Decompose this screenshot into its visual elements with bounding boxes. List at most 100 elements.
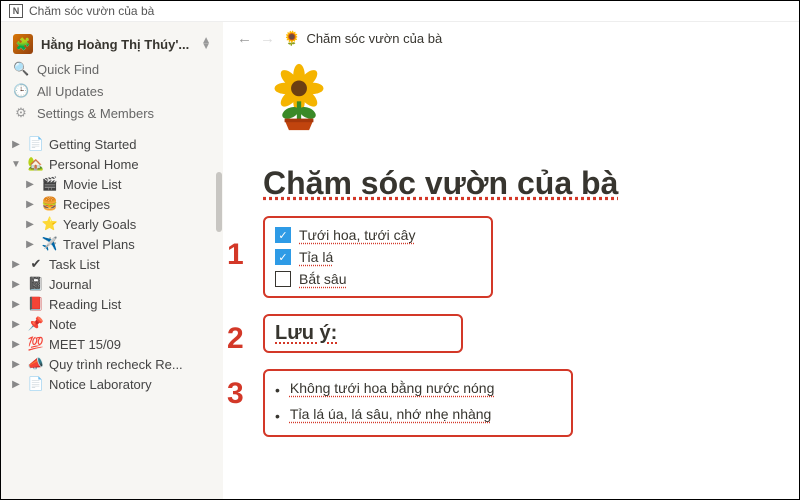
page-tree: ▶ 📄 Getting Started ▼🏡Personal Home ▶ 🎬 Movie …: [5, 134, 219, 394]
chevron-right-icon[interactable]: ▶: [9, 299, 23, 310]
page-label: Quy trình recheck Re...: [49, 357, 215, 372]
sidebar-page-11[interactable]: ▶ 📣 Quy trình recheck Re...: [5, 354, 219, 374]
todo-item-0[interactable]: ✓ Tưới hoa, tưới cây: [275, 224, 481, 246]
all-updates-label: All Updates: [37, 84, 103, 99]
page-label: Travel Plans: [63, 237, 215, 252]
app-body: 🧩 Hằng Hoàng Thị Thúy'... ▲▼ 🔍 Quick Fin…: [1, 22, 799, 499]
chevron-right-icon[interactable]: ▶: [9, 359, 23, 370]
bullet-text[interactable]: Không tưới hoa bằng nước nóng: [290, 380, 494, 400]
page-emoji-icon: ✈️: [41, 236, 59, 252]
bullet-item-1[interactable]: •Tỉa lá úa, lá sâu, nhớ nhẹ nhàng: [275, 403, 561, 429]
chevron-right-icon[interactable]: ▶: [9, 339, 23, 350]
page-emoji-icon: 📓: [27, 276, 45, 292]
page-emoji-icon: 📣: [27, 356, 45, 372]
clock-icon: 🕒: [13, 83, 29, 99]
todo-text[interactable]: Bắt sâu: [299, 271, 346, 287]
todo-text[interactable]: Tỉa lá: [299, 249, 333, 265]
page-emoji-icon: 📕: [27, 296, 45, 312]
page-emoji-icon: ⭐: [41, 216, 59, 232]
annotation-box-2: 2 Lưu ý:: [263, 314, 463, 353]
settings-members[interactable]: ⚙ Settings & Members: [5, 102, 219, 124]
page-label: Getting Started: [49, 137, 215, 152]
todo-text[interactable]: Tưới hoa, tưới cây: [299, 227, 415, 243]
bullet-icon: •: [275, 380, 280, 400]
annotation-box-1: 1 ✓Tưới hoa, tưới cây✓Tỉa láBắt sâu: [263, 216, 493, 298]
sidebar-page-5[interactable]: ▶ ✈️ Travel Plans: [5, 234, 219, 254]
annotation-box-3: 3 •Không tưới hoa bằng nước nóng•Tỉa lá …: [263, 369, 573, 437]
workspace-switcher[interactable]: 🧩 Hằng Hoàng Thị Thúy'... ▲▼: [5, 30, 219, 58]
page-label: Recipes: [63, 197, 215, 212]
sunflower-icon: [263, 61, 335, 133]
main-area: ← → 🌻 Chăm sóc vườn của bà: [223, 22, 799, 499]
sidebar-page-3[interactable]: ▶ 🍔 Recipes: [5, 194, 219, 214]
workspace-name: Hằng Hoàng Thị Thúy'...: [41, 37, 193, 52]
window-title: Chăm sóc vườn của bà: [29, 4, 154, 18]
quick-find-label: Quick Find: [37, 62, 99, 77]
page-icon[interactable]: [263, 61, 759, 147]
page-emoji-icon: 💯: [27, 336, 45, 352]
workspace-icon: 🧩: [13, 34, 33, 54]
sidebar-page-2[interactable]: ▶ 🎬 Movie List: [5, 174, 219, 194]
quick-find[interactable]: 🔍 Quick Find: [5, 58, 219, 80]
sidebar-page-9[interactable]: ▶ 📌 Note: [5, 314, 219, 334]
heading-luu-y[interactable]: Lưu ý:: [275, 322, 451, 345]
checkbox[interactable]: ✓: [275, 249, 291, 265]
chevron-right-icon[interactable]: ▶: [9, 139, 23, 150]
checkbox[interactable]: [275, 271, 291, 287]
todo-item-1[interactable]: ✓ Tỉa lá: [275, 246, 481, 268]
app-window: N Chăm sóc vườn của bà 🧩 Hằng Hoàng Thị …: [0, 0, 800, 500]
page-emoji-icon: 📌: [27, 316, 45, 332]
todo-item-2[interactable]: Bắt sâu: [275, 268, 481, 290]
checkbox[interactable]: ✓: [275, 227, 291, 243]
page-emoji-icon: 📄: [27, 376, 45, 392]
page-label: Journal: [49, 277, 215, 292]
app-icon: N: [9, 4, 23, 18]
chevron-right-icon[interactable]: ▶: [23, 219, 37, 230]
breadcrumb[interactable]: 🌻 Chăm sóc vườn của bà: [283, 30, 442, 47]
page-emoji-icon: 🍔: [41, 196, 59, 212]
page-label: Yearly Goals: [63, 217, 215, 232]
page-emoji-icon: ✔: [27, 256, 45, 272]
back-button[interactable]: ←: [237, 30, 252, 47]
page-content: Chăm sóc vườn của bà 1 ✓Tưới hoa, tưới c…: [223, 55, 799, 499]
page-emoji-icon: 🎬: [41, 176, 59, 192]
chevron-right-icon[interactable]: ▶: [23, 199, 37, 210]
forward-button[interactable]: →: [260, 30, 275, 47]
search-icon: 🔍: [13, 61, 29, 77]
sidebar-page-4[interactable]: ▶ ⭐ Yearly Goals: [5, 214, 219, 234]
sidebar-page-0[interactable]: ▶ 📄 Getting Started: [5, 134, 219, 154]
annotation-number-2: 2: [227, 322, 244, 356]
annotation-number-3: 3: [227, 377, 244, 411]
settings-label: Settings & Members: [37, 106, 154, 121]
chevron-down-icon[interactable]: ▼: [9, 159, 23, 170]
page-label: Task List: [49, 257, 215, 272]
sidebar-page-12[interactable]: ▶ 📄 Notice Laboratory: [5, 374, 219, 394]
sidebar-scrollbar[interactable]: [216, 172, 222, 232]
bullet-text[interactable]: Tỉa lá úa, lá sâu, nhớ nhẹ nhàng: [290, 406, 491, 426]
chevron-right-icon[interactable]: ▶: [9, 279, 23, 290]
topbar: ← → 🌻 Chăm sóc vườn của bà: [223, 22, 799, 55]
breadcrumb-title: Chăm sóc vườn của bà: [306, 31, 442, 46]
sidebar-page-1[interactable]: ▼🏡Personal Home: [5, 154, 219, 174]
sidebar-page-8[interactable]: ▶📕Reading List: [5, 294, 219, 314]
page-label: Note: [49, 317, 215, 332]
bullet-item-0[interactable]: • Không tưới hoa bằng nước nóng: [275, 377, 561, 403]
chevron-right-icon[interactable]: ▶: [9, 319, 23, 330]
page-emoji-icon: 📄: [27, 136, 45, 152]
page-label: Movie List: [63, 177, 215, 192]
sidebar-page-10[interactable]: ▶💯MEET 15/09: [5, 334, 219, 354]
page-label: Notice Laboratory: [49, 377, 215, 392]
page-label: Personal Home: [49, 157, 215, 172]
sidebar: 🧩 Hằng Hoàng Thị Thúy'... ▲▼ 🔍 Quick Fin…: [1, 22, 223, 499]
chevron-right-icon[interactable]: ▶: [23, 179, 37, 190]
chevron-right-icon[interactable]: ▶: [23, 239, 37, 250]
sidebar-page-6[interactable]: ▶ ✔ Task List: [5, 254, 219, 274]
page-title[interactable]: Chăm sóc vườn của bà: [263, 165, 759, 202]
chevron-right-icon[interactable]: ▶: [9, 259, 23, 270]
chevron-updown-icon: ▲▼: [201, 38, 211, 50]
sunflower-icon: 🌻: [283, 30, 300, 47]
all-updates[interactable]: 🕒 All Updates: [5, 80, 219, 102]
sidebar-page-7[interactable]: ▶ 📓 Journal: [5, 274, 219, 294]
titlebar: N Chăm sóc vườn của bà: [1, 1, 799, 22]
chevron-right-icon[interactable]: ▶: [9, 379, 23, 390]
